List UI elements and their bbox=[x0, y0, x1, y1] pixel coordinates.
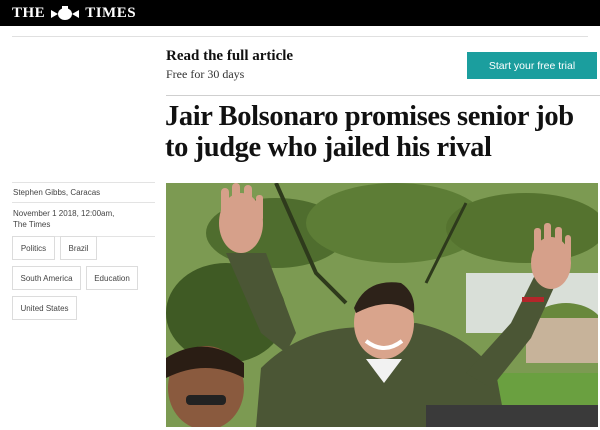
top-divider bbox=[12, 36, 588, 37]
byline: Stephen Gibbs, Caracas bbox=[13, 188, 101, 197]
publication-name: The Times bbox=[13, 220, 51, 229]
logo-text-the: THE bbox=[12, 4, 46, 21]
article-photo-image bbox=[166, 183, 598, 427]
article-photo bbox=[166, 183, 598, 427]
the-times-logo[interactable]: THE TIMES bbox=[12, 4, 136, 22]
royal-crest-icon bbox=[51, 6, 80, 20]
logo-text-times: TIMES bbox=[85, 4, 137, 21]
tag-brazil[interactable]: Brazil bbox=[60, 236, 97, 260]
dateline: November 1 2018, 12:00am, The Times bbox=[12, 203, 155, 236]
tag-politics[interactable]: Politics bbox=[12, 236, 55, 260]
top-bar: THE TIMES bbox=[0, 0, 600, 26]
article-headline: Jair Bolsonaro promises senior job to ju… bbox=[165, 101, 574, 163]
article-meta: Stephen Gibbs, Caracas November 1 2018, … bbox=[12, 182, 155, 237]
promo-title: Read the full article bbox=[166, 48, 294, 64]
start-free-trial-button[interactable]: Start your free trial bbox=[467, 52, 597, 79]
publish-date: November 1 2018, 12:00am, bbox=[13, 209, 115, 218]
headline-divider bbox=[166, 95, 600, 96]
tag-united-states[interactable]: United States bbox=[12, 296, 77, 320]
tag-south-america[interactable]: South America bbox=[12, 266, 81, 290]
promo-subtitle: Free for 30 days bbox=[166, 67, 245, 81]
tag-education[interactable]: Education bbox=[86, 266, 138, 290]
